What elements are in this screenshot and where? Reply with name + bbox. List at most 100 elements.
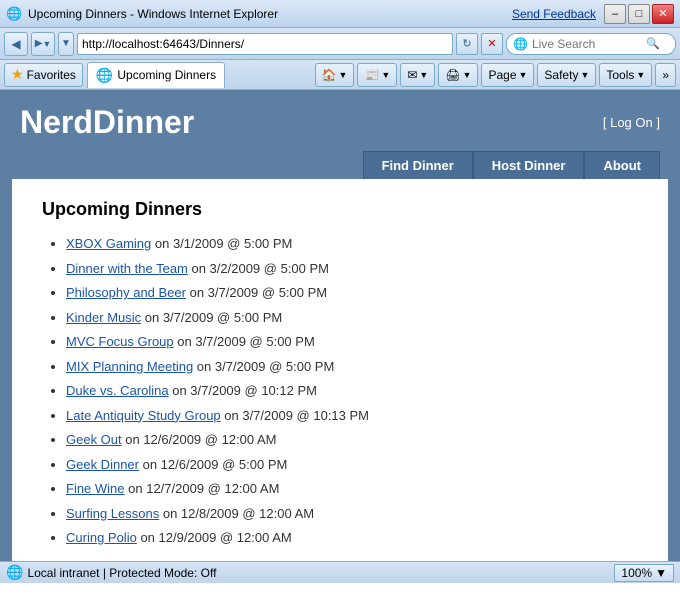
dinner-list: XBOX Gaming on 3/1/2009 @ 5:00 PM Dinner … (42, 234, 638, 548)
browser-toolbar: ★ Favorites 🌐 Upcoming Dinners 🏠 ▼ 📰 ▼ ✉… (0, 60, 680, 90)
list-item: Duke vs. Carolina on 3/7/2009 @ 10:12 PM (66, 381, 638, 401)
print-button[interactable]: 🖨 ▼ (438, 63, 478, 87)
print-icon: 🖨 (445, 68, 460, 82)
feeds-chevron: ▼ (381, 70, 390, 80)
list-item: Curing Polio on 12/9/2009 @ 12:00 AM (66, 528, 638, 548)
nerddinner-header: NerdDinner [ Log On ] (0, 90, 680, 151)
mail-chevron: ▼ (419, 70, 428, 80)
dinner-detail: on 12/7/2009 @ 12:00 AM (125, 481, 280, 496)
nav-about[interactable]: About (584, 151, 660, 179)
status-text: Local intranet | Protected Mode: Off (27, 566, 610, 580)
dinner-detail: on 12/6/2009 @ 5:00 PM (139, 457, 287, 472)
site-title: NerdDinner (20, 104, 194, 141)
recent-pages-button[interactable]: ▼ (58, 32, 74, 56)
send-feedback-link[interactable]: Send Feedback (512, 7, 596, 21)
zoom-control[interactable]: 100% ▼ (614, 564, 674, 582)
dinner-detail: on 3/7/2009 @ 10:13 PM (221, 408, 369, 423)
mail-button[interactable]: ✉ ▼ (400, 63, 435, 87)
close-button[interactable]: ✕ (652, 4, 674, 24)
ie-icon: 🌐 (6, 6, 22, 22)
dinner-link[interactable]: MIX Planning Meeting (66, 359, 193, 374)
list-item: Geek Out on 12/6/2009 @ 12:00 AM (66, 430, 638, 450)
dinner-detail: on 3/1/2009 @ 5:00 PM (151, 236, 292, 251)
list-item: Late Antiquity Study Group on 3/7/2009 @… (66, 406, 638, 426)
page-chevron: ▼ (519, 70, 528, 80)
dinner-link[interactable]: Philosophy and Beer (66, 285, 186, 300)
safety-chevron: ▼ (580, 70, 589, 80)
favorites-button[interactable]: ★ Favorites (4, 63, 83, 87)
toolbar-right: 🏠 ▼ 📰 ▼ ✉ ▼ 🖨 ▼ Page ▼ Safety ▼ Tools ▼ … (315, 63, 676, 87)
feeds-icon: 📰 (364, 68, 379, 82)
logon-link[interactable]: Log On (610, 115, 653, 130)
dinner-link[interactable]: XBOX Gaming (66, 236, 151, 251)
list-item: Geek Dinner on 12/6/2009 @ 5:00 PM (66, 455, 638, 475)
dinner-detail: on 3/7/2009 @ 5:00 PM (193, 359, 334, 374)
dinner-link[interactable]: Kinder Music (66, 310, 141, 325)
dinner-link[interactable]: Dinner with the Team (66, 261, 188, 276)
page-heading: Upcoming Dinners (42, 199, 638, 220)
dinner-detail: on 3/2/2009 @ 5:00 PM (188, 261, 329, 276)
page-button[interactable]: Page ▼ (481, 63, 534, 87)
window-title: Upcoming Dinners - Windows Internet Expl… (28, 7, 512, 21)
active-tab[interactable]: 🌐 Upcoming Dinners (87, 62, 225, 88)
list-item: MVC Focus Group on 3/7/2009 @ 5:00 PM (66, 332, 638, 352)
address-bar: ◀ ▶▼ ▼ ↻ ✕ 🌐 🔍 (0, 28, 680, 60)
list-item: Dinner with the Team on 3/2/2009 @ 5:00 … (66, 259, 638, 279)
status-bar: 🌐 Local intranet | Protected Mode: Off 1… (0, 561, 680, 583)
home-button[interactable]: 🏠 ▼ (315, 63, 355, 87)
list-item: XBOX Gaming on 3/1/2009 @ 5:00 PM (66, 234, 638, 254)
back-button[interactable]: ◀ (4, 32, 28, 56)
list-item: Surfing Lessons on 12/8/2009 @ 12:00 AM (66, 504, 638, 524)
dinner-link[interactable]: Fine Wine (66, 481, 125, 496)
tab-icon: 🌐 (96, 67, 113, 84)
logon-bracket-open: [ (603, 115, 607, 130)
tools-label: Tools (606, 68, 634, 82)
forward-button[interactable]: ▶▼ (31, 32, 55, 56)
dinner-link[interactable]: Late Antiquity Study Group (66, 408, 221, 423)
feeds-button[interactable]: 📰 ▼ (357, 63, 397, 87)
dinner-detail: on 3/7/2009 @ 5:00 PM (174, 334, 315, 349)
logon-bracket-close: ] (656, 115, 660, 130)
tools-button[interactable]: Tools ▼ (599, 63, 652, 87)
minimize-button[interactable]: – (604, 4, 626, 24)
dinner-detail: on 3/7/2009 @ 5:00 PM (186, 285, 327, 300)
zoom-chevron-icon: ▼ (655, 566, 667, 580)
list-item: MIX Planning Meeting on 3/7/2009 @ 5:00 … (66, 357, 638, 377)
dinner-detail: on 3/7/2009 @ 10:12 PM (169, 383, 317, 398)
list-item: Fine Wine on 12/7/2009 @ 12:00 AM (66, 479, 638, 499)
search-input[interactable] (532, 37, 642, 51)
search-go-button[interactable]: 🔍 (646, 37, 660, 50)
favorites-star-icon: ★ (11, 66, 24, 83)
home-chevron: ▼ (339, 70, 348, 80)
tools-chevron: ▼ (636, 70, 645, 80)
dinner-link[interactable]: Curing Polio (66, 530, 137, 545)
nav-find-dinner[interactable]: Find Dinner (363, 151, 473, 179)
print-chevron: ▼ (463, 70, 472, 80)
status-globe-icon: 🌐 (6, 564, 23, 581)
dinner-link[interactable]: Geek Dinner (66, 457, 139, 472)
nav-bar: Find Dinner Host Dinner About (0, 151, 680, 179)
page-label: Page (488, 68, 516, 82)
safety-button[interactable]: Safety ▼ (537, 63, 596, 87)
restore-button[interactable]: □ (628, 4, 650, 24)
safety-label: Safety (544, 68, 578, 82)
mail-icon: ✉ (407, 68, 417, 82)
tab-area: 🌐 Upcoming Dinners (87, 62, 311, 88)
dinner-link[interactable]: Surfing Lessons (66, 506, 159, 521)
nav-host-dinner[interactable]: Host Dinner (473, 151, 585, 179)
dinner-link[interactable]: Geek Out (66, 432, 122, 447)
home-icon: 🏠 (322, 68, 337, 82)
dinner-detail: on 12/9/2009 @ 12:00 AM (137, 530, 292, 545)
address-input[interactable] (77, 33, 453, 55)
stop-button[interactable]: ✕ (481, 33, 503, 55)
dinner-link[interactable]: Duke vs. Carolina (66, 383, 169, 398)
tab-label: Upcoming Dinners (117, 68, 216, 82)
refresh-button[interactable]: ↻ (456, 33, 478, 55)
more-button[interactable]: » (655, 63, 676, 87)
list-item: Philosophy and Beer on 3/7/2009 @ 5:00 P… (66, 283, 638, 303)
window-controls: – □ ✕ (604, 4, 674, 24)
search-bar: 🌐 🔍 (506, 33, 676, 55)
content-body: Upcoming Dinners XBOX Gaming on 3/1/2009… (12, 179, 668, 561)
dinner-link[interactable]: MVC Focus Group (66, 334, 174, 349)
title-bar: 🌐 Upcoming Dinners - Windows Internet Ex… (0, 0, 680, 28)
